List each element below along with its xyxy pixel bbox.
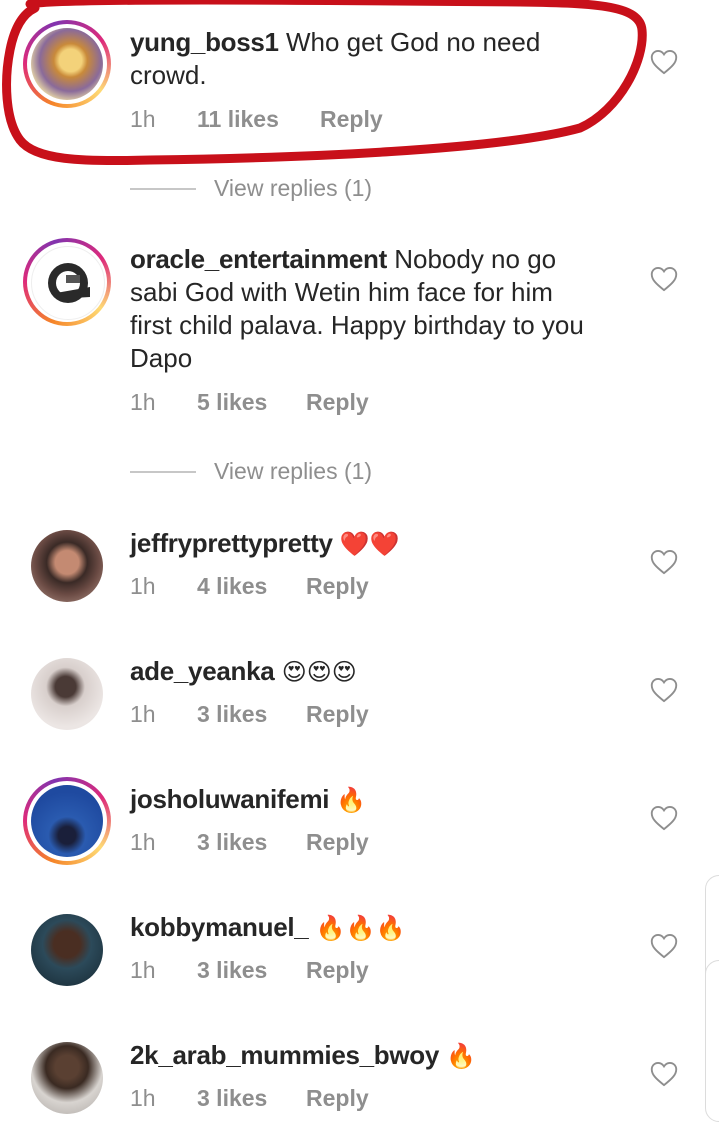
- reply-button[interactable]: Reply: [306, 829, 369, 856]
- comment-username[interactable]: josholuwanifemi: [130, 784, 329, 814]
- comment-body-continued: first child palava. Happy birthday to yo…: [130, 310, 584, 340]
- view-replies-label: View replies (1): [214, 458, 373, 484]
- avatar-photo: [31, 785, 103, 857]
- comment-time: 1h: [130, 957, 156, 983]
- edge-overlay-card: [705, 960, 719, 1122]
- comment-text: jeffryprettypretty ❤️❤️: [130, 527, 630, 561]
- heart-outline-icon[interactable]: [650, 49, 678, 75]
- avatar-photo: [31, 1042, 103, 1114]
- divider-line: [130, 188, 196, 190]
- comment-body: Who get God no need: [278, 27, 541, 57]
- reply-button[interactable]: Reply: [320, 106, 383, 133]
- comment-likes[interactable]: 3 likes: [197, 1085, 267, 1112]
- comment-username[interactable]: kobbymanuel_: [130, 912, 309, 942]
- heart-outline-icon[interactable]: [650, 549, 678, 575]
- heart-outline-icon[interactable]: [650, 805, 678, 831]
- reply-button[interactable]: Reply: [306, 389, 369, 416]
- avatar[interactable]: [23, 522, 111, 610]
- comment-username[interactable]: yung_boss1: [130, 27, 279, 57]
- fire-emoji: 🔥: [446, 1042, 477, 1070]
- logo-icon: [48, 263, 90, 303]
- avatar[interactable]: [23, 238, 111, 326]
- reply-button[interactable]: Reply: [306, 701, 369, 728]
- heart-eyes-emoji: 😍😍😍: [281, 658, 357, 686]
- heart-outline-icon[interactable]: [650, 933, 678, 959]
- comment-time: 1h: [130, 701, 156, 727]
- comment-text: oracle_entertainment Nobody no go sabi G…: [130, 243, 630, 375]
- comment-text: ade_yeanka 😍😍😍: [130, 655, 630, 689]
- fire-emoji: 🔥🔥🔥: [315, 914, 406, 942]
- comment-text: yung_boss1 Who get God no need crowd.: [130, 26, 630, 92]
- comment-likes[interactable]: 3 likes: [197, 829, 267, 856]
- comment-time: 1h: [130, 389, 156, 415]
- avatar[interactable]: [23, 906, 111, 994]
- comment-time: 1h: [130, 106, 156, 132]
- comment-likes[interactable]: 11 likes: [197, 106, 279, 133]
- comment-text: josholuwanifemi 🔥: [130, 783, 630, 817]
- avatar[interactable]: [23, 20, 111, 108]
- comment-likes[interactable]: 4 likes: [197, 573, 267, 600]
- comment-username[interactable]: jeffryprettypretty: [130, 528, 333, 558]
- heart-outline-icon[interactable]: [650, 266, 678, 292]
- comment-time: 1h: [130, 829, 156, 855]
- comment-username[interactable]: ade_yeanka: [130, 656, 275, 686]
- fire-emoji: 🔥: [336, 786, 367, 814]
- heart-emoji: ❤️❤️: [339, 530, 400, 558]
- avatar-photo: [31, 530, 103, 602]
- comment-text: 2k_arab_mummies_bwoy 🔥: [130, 1039, 630, 1073]
- avatar-photo: [31, 914, 103, 986]
- comment-username[interactable]: 2k_arab_mummies_bwoy: [130, 1040, 439, 1070]
- reply-button[interactable]: Reply: [306, 573, 369, 600]
- comment-body-continued: Dapo: [130, 343, 193, 373]
- heart-outline-icon[interactable]: [650, 677, 678, 703]
- avatar-photo: [31, 246, 105, 320]
- reply-button[interactable]: Reply: [306, 1085, 369, 1112]
- comment-time: 1h: [130, 1085, 156, 1111]
- comment-body: Nobody no go: [386, 244, 557, 274]
- heart-outline-icon[interactable]: [650, 1061, 678, 1087]
- comment-body-continued: crowd.: [130, 60, 207, 90]
- comment-body-continued: sabi God with Wetin him face for him: [130, 277, 553, 307]
- comment-text: kobbymanuel_ 🔥🔥🔥: [130, 911, 630, 945]
- comment-username[interactable]: oracle_entertainment: [130, 244, 387, 274]
- comment-likes[interactable]: 3 likes: [197, 957, 267, 984]
- reply-button[interactable]: Reply: [306, 957, 369, 984]
- view-replies-label: View replies (1): [214, 175, 373, 201]
- comment-likes[interactable]: 5 likes: [197, 389, 267, 416]
- comment-likes[interactable]: 3 likes: [197, 701, 267, 728]
- avatar[interactable]: [23, 1034, 111, 1122]
- avatar[interactable]: [23, 777, 111, 865]
- comment-time: 1h: [130, 573, 156, 599]
- avatar-photo: [31, 28, 103, 100]
- divider-line: [130, 471, 196, 473]
- avatar[interactable]: [23, 650, 111, 738]
- avatar-photo: [31, 658, 103, 730]
